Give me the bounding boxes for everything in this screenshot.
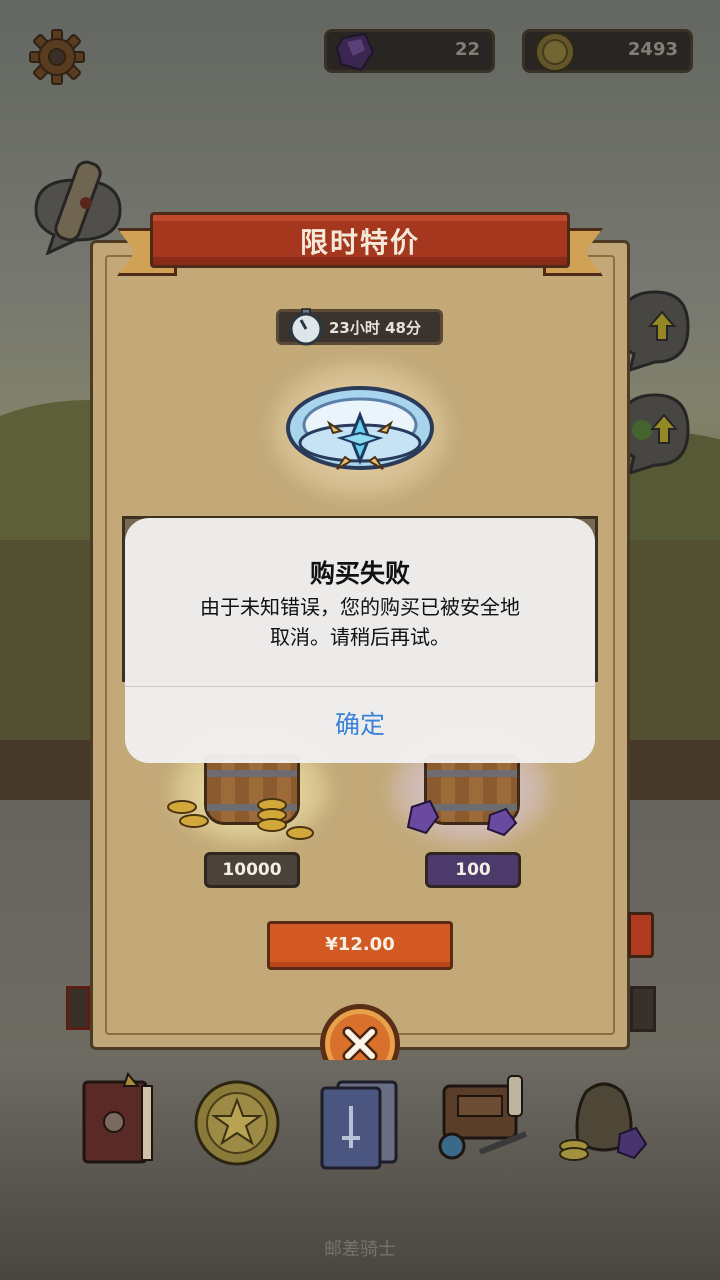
purple-gems-icon [406, 799, 518, 837]
item-ring [285, 383, 435, 478]
game-title-label: 邮差骑士 [324, 1239, 396, 1260]
alert-message-line2: 取消。请稍后再试。 [270, 625, 450, 649]
timer-text: 23小时 48分 [329, 319, 421, 337]
star-coin-icon [194, 1080, 280, 1166]
alert-title: 购买失败 [309, 559, 410, 588]
offer-timer: 23小时 48分 [276, 308, 443, 346]
nav-star-coin[interactable] [192, 1078, 282, 1168]
winged-ring-icon [286, 386, 434, 470]
coin-reward [160, 755, 330, 845]
nav-backpack[interactable] [430, 1072, 534, 1168]
alert-confirm-button[interactable]: 确定 [125, 687, 595, 763]
gem-reward-amount: 100 [425, 852, 521, 888]
nav-treasure[interactable] [556, 1072, 652, 1168]
alert-message: 由于未知错误，您的购买已被安全地 取消。请稍后再试。 [155, 592, 565, 652]
buy-button[interactable]: ¥12.00 [267, 921, 453, 970]
spellbook-icon [82, 1071, 153, 1164]
gem-reward [400, 755, 550, 845]
coin-reward-amount: 10000 [204, 852, 300, 888]
nav-cards[interactable] [318, 1078, 402, 1170]
gold-coins-icon [167, 798, 314, 840]
purchase-failed-alert: 购买失败 由于未知错误，您的购买已被安全地 取消。请稍后再试。 确定 [125, 518, 595, 763]
nav-spellbook[interactable] [78, 1071, 158, 1168]
stopwatch-icon [289, 308, 323, 346]
close-x-icon [342, 1026, 378, 1062]
title-ribbon: 限时特价 [150, 212, 570, 268]
side-panel-left-dark [66, 986, 90, 1030]
alert-message-line1: 由于未知错误，您的购买已被安全地 [200, 595, 520, 619]
offer-title: 限时特价 [299, 226, 420, 259]
side-button-right-red[interactable] [628, 912, 654, 958]
backpack-icon [438, 1075, 528, 1160]
side-panel-right-dark [630, 986, 656, 1032]
treasure-bag-icon [559, 1082, 648, 1161]
cards-icon [320, 1080, 398, 1170]
